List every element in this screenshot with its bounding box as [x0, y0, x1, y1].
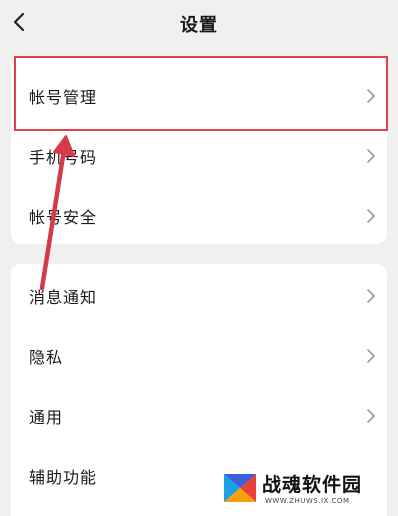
page-title: 设置: [180, 15, 218, 36]
chevron-right-icon: [367, 149, 375, 163]
settings-item-label: 帐号管理: [29, 88, 98, 107]
settings-item-notifications[interactable]: 消息通知: [11, 266, 387, 326]
settings-item-account-management[interactable]: 帐号管理: [11, 66, 387, 126]
settings-item-label: 消息通知: [29, 288, 98, 307]
chevron-right-icon: [367, 289, 375, 303]
chevron-right-icon: [367, 349, 375, 363]
watermark-url: WWW.ZHUWS.IX.COM: [265, 497, 350, 505]
settings-item-general[interactable]: 通用: [11, 386, 387, 446]
settings-item-phone-number[interactable]: 手机号码: [11, 126, 387, 186]
settings-item-account-security[interactable]: 帐号安全: [11, 186, 387, 246]
settings-item-label: 帐号安全: [29, 208, 98, 227]
watermark-name: 战魂软件园: [262, 474, 363, 496]
top-bar: 设置: [0, 0, 398, 46]
chevron-right-icon: [367, 89, 375, 103]
settings-item-label: 通用: [29, 408, 64, 427]
chevron-right-icon: [367, 409, 375, 423]
settings-item-label: 手机号码: [29, 148, 98, 167]
settings-group-account: 帐号管理 手机号码 帐号安全: [11, 56, 387, 244]
settings-item-label: 隐私: [29, 348, 64, 367]
watermark-logo: 战魂软件园 WWW.ZHUWS.IX.COM: [218, 466, 388, 512]
watermark-logo-icon: [224, 474, 256, 502]
settings-item-label: 辅助功能: [29, 468, 98, 487]
chevron-right-icon: [367, 209, 375, 223]
settings-item-privacy[interactable]: 隐私: [11, 326, 387, 386]
